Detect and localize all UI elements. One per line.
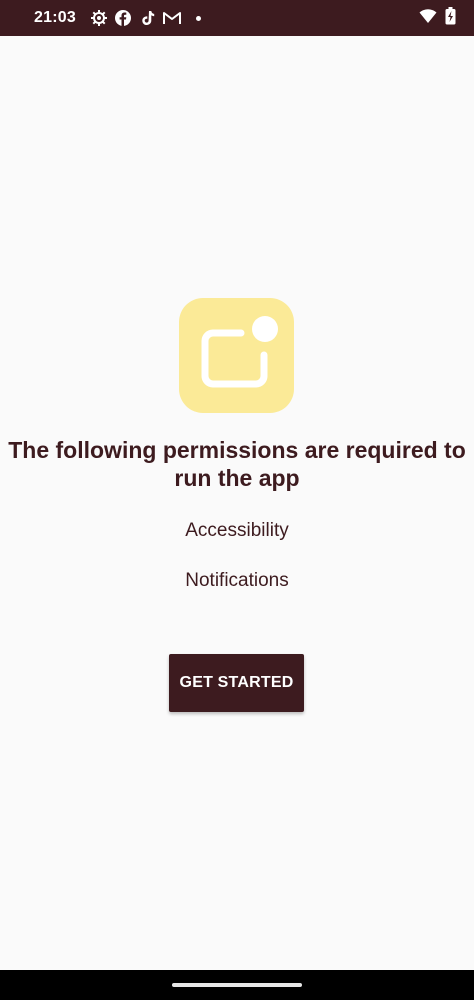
status-bar: 21:03 [0, 0, 474, 36]
status-right-icons [419, 6, 456, 30]
permission-notifications: Notifications [185, 570, 289, 591]
tiktok-icon [138, 9, 156, 27]
status-time: 21:03 [34, 9, 76, 26]
wifi-icon [419, 8, 437, 29]
permissions-title: The following permissions are required t… [8, 437, 466, 491]
onboarding-screen: The following permissions are required t… [0, 36, 474, 970]
gmail-icon [162, 10, 182, 26]
notification-dot-icon [195, 15, 201, 21]
battery-charging-icon [445, 6, 456, 30]
app-logo-icon [179, 298, 294, 413]
home-gesture-handle[interactable] [172, 983, 302, 987]
permission-accessibility: Accessibility [185, 520, 289, 541]
facebook-icon [114, 9, 132, 27]
get-started-button[interactable]: GET STARTED [169, 654, 304, 712]
status-left-icons [90, 9, 201, 27]
settings-gear-icon [90, 9, 108, 27]
